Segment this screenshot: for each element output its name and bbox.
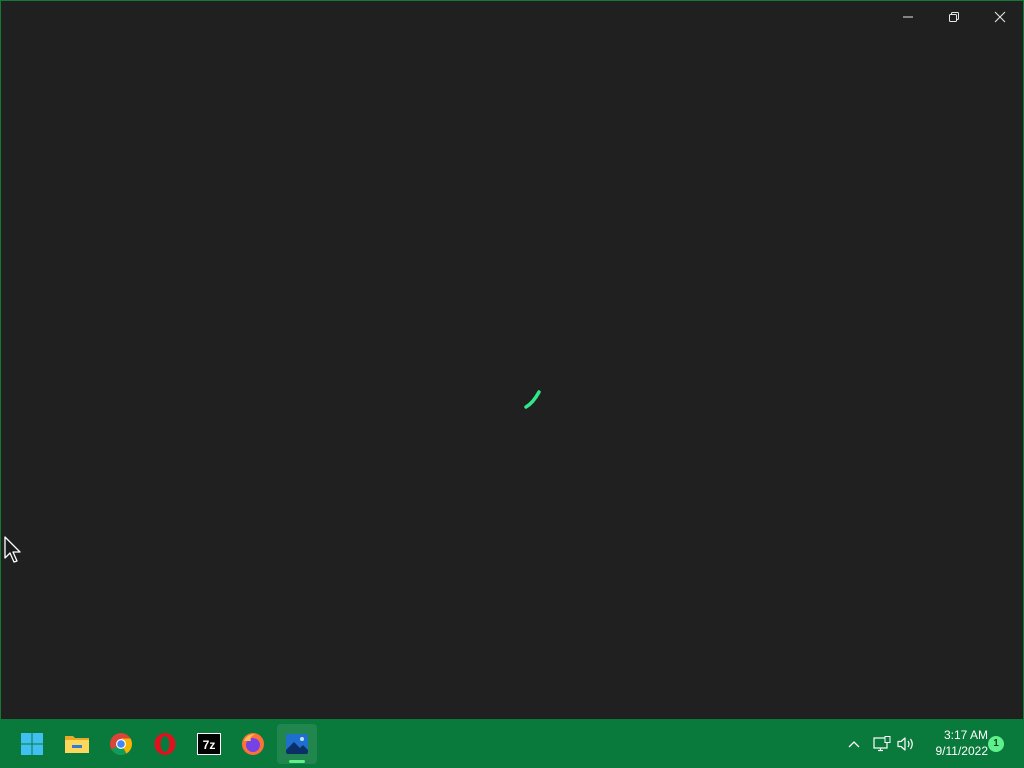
taskbar-firefox[interactable] <box>233 724 273 764</box>
active-app-indicator <box>289 760 305 763</box>
taskbar: 7z 3:17 AM 9/11/2022 <box>0 719 1024 768</box>
folder-icon <box>65 736 89 753</box>
chevron-up-icon <box>848 740 860 747</box>
clock-time: 3:17 AM <box>943 728 988 742</box>
opera-icon <box>154 733 176 755</box>
clock-date: 9/11/2022 <box>935 744 989 758</box>
7zip-icon: 7z <box>197 733 221 755</box>
restore-icon <box>949 12 959 22</box>
windows-logo-icon <box>21 733 43 755</box>
network-icon <box>873 735 891 751</box>
svg-text:7z: 7z <box>203 738 216 752</box>
tray-overflow-button[interactable] <box>842 719 866 768</box>
start-button[interactable] <box>12 724 52 764</box>
network-button[interactable] <box>870 719 894 768</box>
firefox-icon <box>242 733 264 755</box>
taskbar-google-chrome[interactable] <box>101 724 141 764</box>
taskbar-clock[interactable]: 3:17 AM 9/11/2022 <box>922 727 989 759</box>
taskbar-opera[interactable] <box>145 724 185 764</box>
taskbar-file-explorer[interactable] <box>57 724 97 764</box>
photos-app-window <box>0 0 1024 719</box>
taskbar-photos[interactable] <box>277 724 317 764</box>
mouse-cursor-icon <box>4 536 21 563</box>
volume-button[interactable] <box>894 719 918 768</box>
close-button[interactable] <box>977 1 1023 33</box>
minimize-icon <box>903 16 913 18</box>
taskbar-7zip[interactable]: 7z <box>189 724 229 764</box>
volume-icon <box>897 736 913 751</box>
window-caption-controls <box>885 1 1023 33</box>
chrome-icon <box>110 733 132 755</box>
notification-badge[interactable]: 1 <box>988 736 1004 752</box>
minimize-button[interactable] <box>885 1 931 33</box>
restore-button[interactable] <box>931 1 977 33</box>
photos-icon <box>286 734 308 754</box>
spinner-icon <box>524 390 541 409</box>
close-icon <box>994 11 1006 23</box>
